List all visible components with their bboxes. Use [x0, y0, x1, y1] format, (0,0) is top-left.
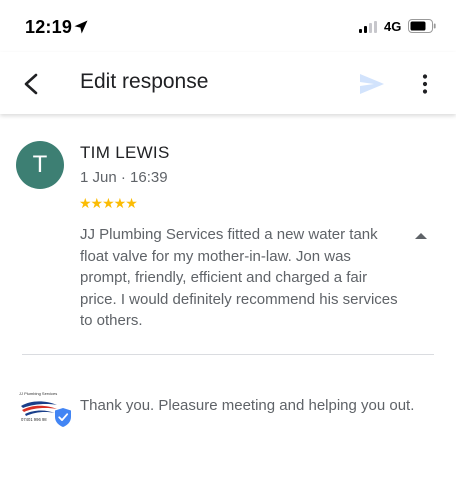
logo-caption: JJ Plumbing Services	[19, 391, 57, 396]
page-title: Edit response	[80, 70, 209, 93]
more-vert-icon	[422, 74, 428, 94]
status-time: 12:19	[25, 17, 73, 37]
back-arrow-icon	[24, 73, 38, 95]
star-rating: ★★★★★	[79, 195, 138, 211]
location-arrow-icon	[74, 20, 88, 34]
send-button[interactable]	[356, 70, 388, 98]
network-type: 4G	[384, 19, 402, 34]
reply-text[interactable]: Thank you. Pleasure meeting and helping …	[80, 395, 420, 417]
app-bar: Edit response	[0, 52, 456, 114]
logo-phone: 07401 996 98	[21, 417, 47, 422]
divider	[22, 354, 434, 355]
reviewer-name: TIM LEWIS	[80, 143, 170, 162]
status-bar: 12:19 4G	[0, 0, 456, 52]
battery-icon	[408, 19, 436, 33]
business-logo: JJ Plumbing Services 07401 996 98	[19, 391, 71, 427]
signal-icon	[359, 21, 381, 33]
send-icon	[360, 74, 384, 94]
avatar: T	[16, 141, 64, 189]
review-time: 1 Jun · 16:39	[80, 169, 168, 186]
review-text: JJ Plumbing Services fitted a new water …	[80, 226, 398, 329]
collapse-arrow-icon[interactable]	[412, 229, 430, 243]
verified-badge-icon	[55, 408, 71, 427]
more-options-button[interactable]	[410, 68, 440, 100]
back-button[interactable]	[14, 67, 48, 101]
